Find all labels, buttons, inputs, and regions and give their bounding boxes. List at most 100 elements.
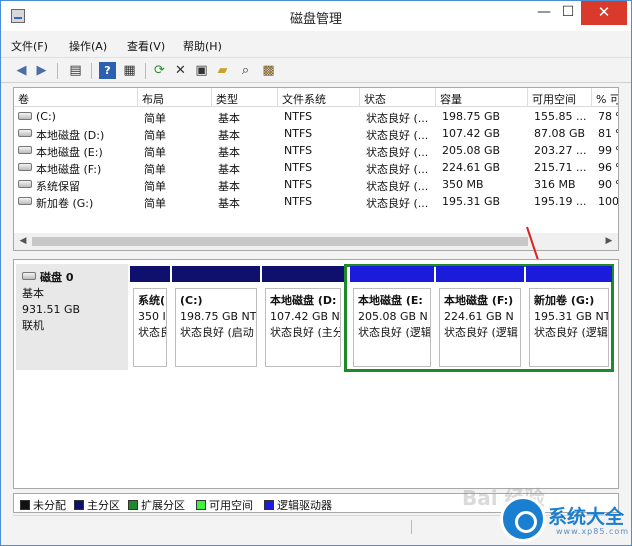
partition-label: (C:) 198.75 GB NT 状态良好 (启动 (175, 288, 257, 367)
toolbar-separator (145, 63, 146, 79)
maximize-button[interactable]: ☐ (557, 1, 579, 25)
scroll-right-icon[interactable]: ▶ (602, 235, 616, 247)
disk-size: 931.51 GB (22, 303, 81, 316)
volume-free-space: 155.85 ... (534, 110, 587, 123)
settings-icon[interactable]: ▩ (260, 62, 277, 79)
volume-free-space: 195.19 ... (534, 195, 587, 208)
legend-logical-drive: 逻辑驱动器 (264, 497, 332, 513)
partition-label: 新加卷 (G:) 195.31 GB NT 状态良好 (逻辑 (529, 288, 609, 367)
scrollbar-thumb[interactable] (32, 237, 528, 246)
site-logo-url: www.xp85.com (556, 527, 630, 536)
column-header-volume[interactable]: 卷 (14, 88, 138, 107)
volume-name: 新加卷 (G:) (36, 197, 94, 210)
volume-free-space: 215.71 ... (534, 161, 587, 174)
volume-filesystem: NTFS (284, 178, 313, 191)
open-folder-icon[interactable]: ▰ (214, 62, 231, 79)
menu-file[interactable]: 文件(F) (11, 38, 48, 54)
volume-capacity: 350 MB (442, 178, 484, 191)
disk-state: 联机 (22, 319, 44, 332)
volume-free-space: 87.08 GB (534, 127, 586, 140)
volume-type: 基本 (218, 112, 240, 125)
disk-0-info[interactable]: 磁盘 0 基本 931.51 GB 联机 (16, 264, 128, 370)
column-header-filesystem[interactable]: 文件系统 (278, 88, 360, 107)
disk-management-window: 磁盘管理 — ☐ ✕ 文件(F) 操作(A) 查看(V) 帮助(H) ◀ ▶ ▤… (0, 0, 632, 546)
column-header-type[interactable]: 类型 (212, 88, 278, 107)
volume-status: 状态良好 (... (366, 180, 429, 193)
table-row[interactable]: 本地磁盘 (E:) 简单 基本 NTFS 状态良好 (... 205.08 GB… (14, 142, 618, 159)
disk-properties-icon[interactable]: ▣ (193, 62, 210, 79)
scroll-left-icon[interactable]: ◀ (16, 235, 30, 247)
volume-capacity: 107.42 GB (442, 127, 501, 140)
title-bar[interactable]: 磁盘管理 — ☐ ✕ (1, 1, 631, 31)
toolbar-separator (57, 63, 58, 79)
volume-status: 状态良好 (... (366, 129, 429, 142)
partition-bar (130, 266, 170, 282)
drive-icon (18, 112, 32, 120)
menu-view[interactable]: 查看(V) (127, 38, 165, 54)
properties-icon[interactable]: ▦ (121, 62, 138, 79)
drive-icon (18, 146, 32, 154)
drive-icon (18, 129, 32, 137)
disk-icon (22, 272, 36, 280)
column-header-capacity[interactable]: 容量 (436, 88, 528, 107)
volume-name: 本地磁盘 (F:) (36, 163, 102, 176)
toolbar-separator (91, 63, 92, 79)
forward-arrow-icon[interactable]: ▶ (33, 62, 50, 79)
volume-filesystem: NTFS (284, 161, 313, 174)
volume-type: 基本 (218, 146, 240, 159)
volume-layout: 简单 (144, 197, 166, 210)
volume-type: 基本 (218, 180, 240, 193)
legend-swatch (74, 500, 84, 510)
partition-bar (172, 266, 260, 282)
delete-icon[interactable]: ✕ (172, 62, 189, 79)
volume-free-space: 316 MB (534, 178, 576, 191)
partition-bar (350, 266, 434, 282)
partition-g[interactable]: 新加卷 (G:) 195.31 GB NT 状态良好 (逻辑 (526, 266, 612, 370)
volume-filesystem: NTFS (284, 127, 313, 140)
table-row[interactable]: 系统保留 简单 基本 NTFS 状态良好 (... 350 MB 316 MB … (14, 176, 618, 193)
partition-bar (526, 266, 612, 282)
legend-swatch (128, 500, 138, 510)
partition-d[interactable]: 本地磁盘 (D: 107.42 GB NT 状态良好 (主分 (262, 266, 344, 370)
partition-system-reserved[interactable]: 系统( 350 I 状态良 (130, 266, 170, 370)
partition-e[interactable]: 本地磁盘 (E: 205.08 GB N 状态良好 (逻辑 (350, 266, 434, 370)
volume-filesystem: NTFS (284, 195, 313, 208)
table-row[interactable]: 本地磁盘 (F:) 简单 基本 NTFS 状态良好 (... 224.61 GB… (14, 159, 618, 176)
volume-status: 状态良好 (... (366, 197, 429, 210)
partition-f[interactable]: 本地磁盘 (F:) 224.61 GB N 状态良好 (逻辑 (436, 266, 524, 370)
column-header-status[interactable]: 状态 (360, 88, 436, 107)
volume-type: 基本 (218, 163, 240, 176)
volume-name: (C:) (36, 110, 56, 123)
partition-label: 本地磁盘 (E: 205.08 GB N 状态良好 (逻辑 (353, 288, 431, 367)
table-row[interactable]: 本地磁盘 (D:) 简单 基本 NTFS 状态良好 (... 107.42 GB… (14, 125, 618, 142)
minimize-button[interactable]: — (533, 1, 555, 25)
volume-free-space: 203.27 ... (534, 144, 587, 157)
partition-bar (262, 266, 344, 282)
volume-status: 状态良好 (... (366, 146, 429, 159)
column-header-free-space[interactable]: 可用空间 (528, 88, 592, 107)
console-tree-icon[interactable]: ▤ (67, 62, 84, 79)
disk-name: 磁盘 0 (40, 271, 74, 284)
refresh-icon[interactable]: ⟳ (151, 62, 168, 79)
partition-c[interactable]: (C:) 198.75 GB NT 状态良好 (启动 (172, 266, 260, 370)
partition-label: 本地磁盘 (F:) 224.61 GB N 状态良好 (逻辑 (439, 288, 521, 367)
volume-layout: 简单 (144, 112, 166, 125)
help-icon[interactable]: ? (99, 62, 116, 79)
column-header-percent-free[interactable]: % 可 (592, 88, 618, 107)
volume-percent-free: 81 % (598, 127, 618, 140)
legend-primary: 主分区 (74, 497, 120, 513)
volume-percent-free: 96 % (598, 161, 618, 174)
close-button[interactable]: ✕ (581, 1, 627, 25)
table-row[interactable]: (C:) 简单 基本 NTFS 状态良好 (... 198.75 GB 155.… (14, 108, 618, 125)
volume-capacity: 224.61 GB (442, 161, 501, 174)
search-icon[interactable]: ⌕ (237, 62, 254, 79)
column-header-layout[interactable]: 布局 (138, 88, 212, 107)
back-arrow-icon[interactable]: ◀ (13, 62, 30, 79)
drive-icon (18, 163, 32, 171)
menu-help[interactable]: 帮助(H) (183, 38, 222, 54)
volume-filesystem: NTFS (284, 144, 313, 157)
site-logo-text: 系统大全 (548, 506, 625, 528)
menu-action[interactable]: 操作(A) (69, 38, 107, 54)
status-separator (411, 520, 412, 534)
table-row[interactable]: 新加卷 (G:) 简单 基本 NTFS 状态良好 (... 195.31 GB … (14, 193, 618, 210)
